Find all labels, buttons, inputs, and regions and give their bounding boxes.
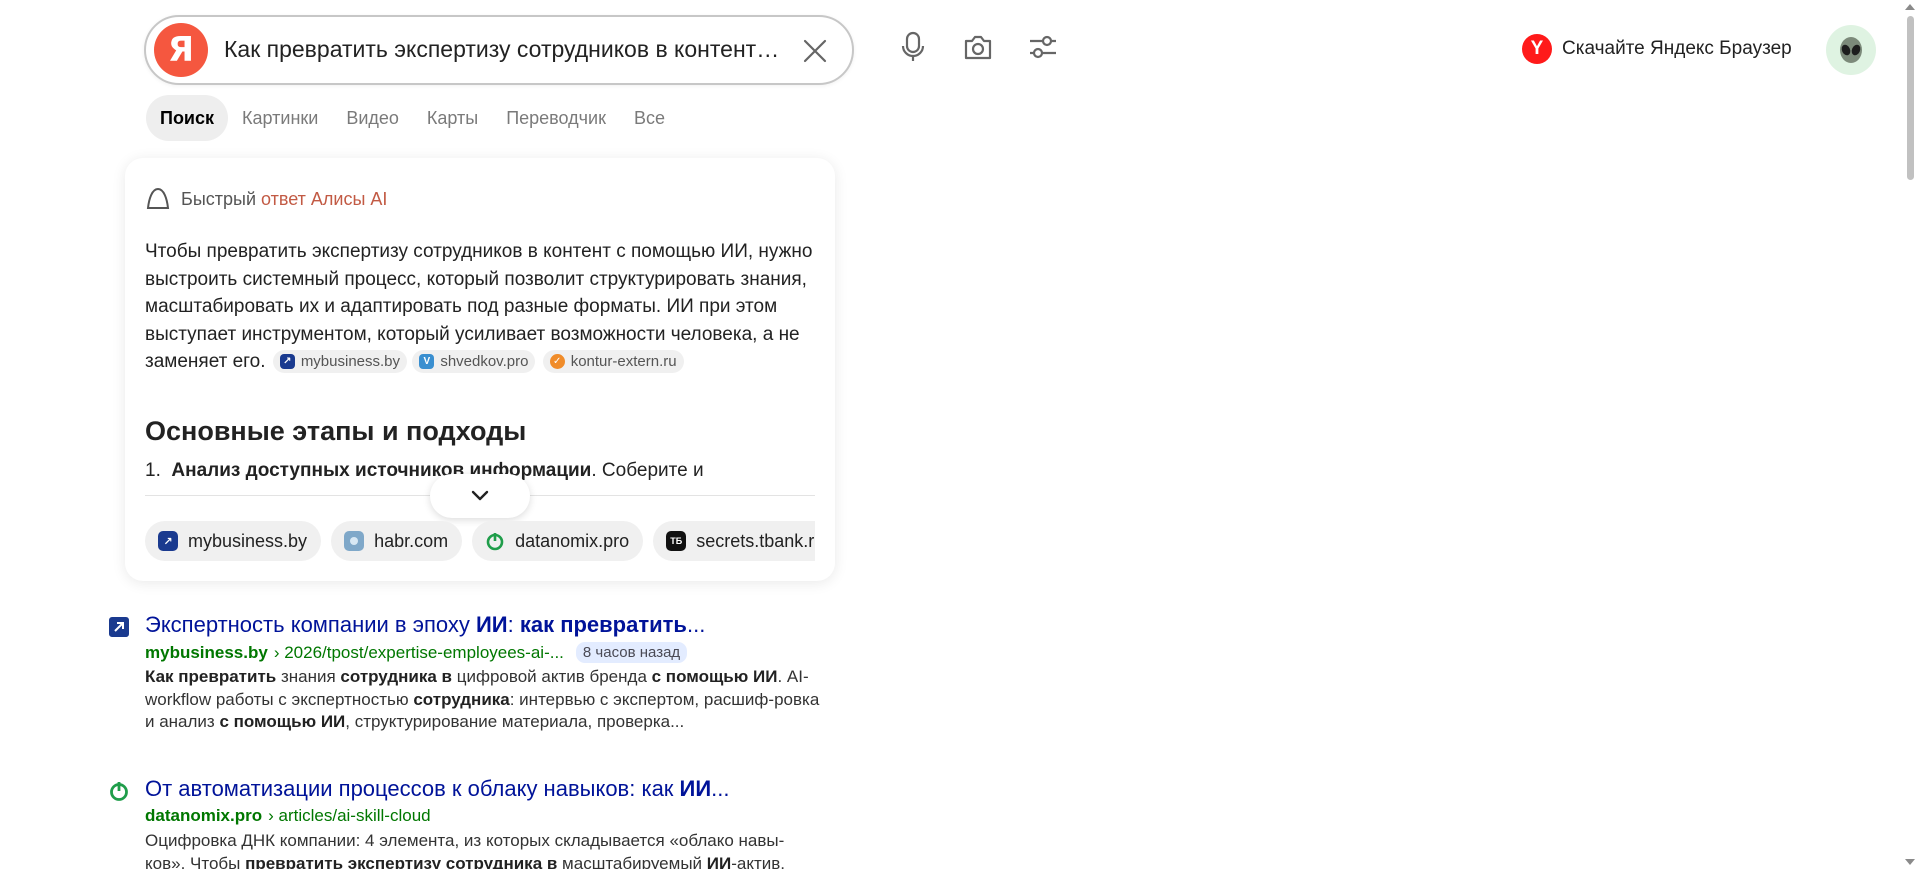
download-browser-link[interactable]: Y Скачайте Яндекс Браузер xyxy=(1522,32,1792,66)
snippet-highlight: Как превратить xyxy=(145,667,277,686)
source-pill-label: mybusiness.by xyxy=(188,530,308,551)
inline-source-chip[interactable]: V shvedkov.pro xyxy=(412,350,536,374)
snippet-text: цифровой актив бренда xyxy=(452,667,652,686)
title-text: : xyxy=(507,612,520,637)
alice-answer-card: Быстрый ответ Алисы AI Чтобы превратить … xyxy=(125,158,835,581)
title-bold: ИИ xyxy=(679,776,712,801)
snippet-highlight: превратить экспертизу сотрудника в xyxy=(245,853,558,869)
inline-source-label: kontur-extern.ru xyxy=(570,353,677,371)
tab-images[interactable]: Картинки xyxy=(228,95,332,141)
tbank-favicon-icon: ТБ xyxy=(666,531,687,551)
alice-header-accent: ответ Алисы AI xyxy=(261,188,388,209)
alice-section-heading: Основные этапы и подходы xyxy=(145,416,527,446)
snippet-highlight: сотрудника xyxy=(413,689,510,709)
inline-source-chip[interactable]: ✓ kontur-extern.ru xyxy=(542,350,684,374)
mybusiness-favicon-icon xyxy=(108,616,130,638)
datanomix-favicon-icon xyxy=(108,780,130,802)
scroll-up-arrow-icon[interactable] xyxy=(1905,4,1915,10)
title-bold: ИИ xyxy=(475,612,508,637)
title-text: От автоматизации процессов к облаку навы… xyxy=(145,776,680,801)
result-title-link[interactable]: От автоматизации процессов к облаку навы… xyxy=(145,776,735,802)
title-bold: как превратить xyxy=(519,612,687,637)
habr-favicon-icon xyxy=(344,531,365,551)
search-box[interactable]: Я Как превратить экспертизу сотрудников … xyxy=(144,15,854,85)
search-result: От автоматизации процессов к облаку навы… xyxy=(108,776,828,869)
result-snippet: Оцифровка ДНК компании: 4 элемента, из к… xyxy=(145,830,821,869)
clear-search-button[interactable] xyxy=(801,37,829,65)
source-pill-datanomix[interactable]: datanomix.pro xyxy=(472,521,644,561)
snippet-text: масштабируемый xyxy=(557,853,707,869)
snippet-highlight: с помощью ИИ xyxy=(651,667,778,686)
title-text: Экспертность компании в эпоху xyxy=(145,612,476,637)
avatar[interactable] xyxy=(1826,25,1876,75)
source-pill-mybusiness[interactable]: ↗ mybusiness.by xyxy=(145,521,322,561)
step-number: 1. xyxy=(145,460,161,481)
alice-header: Быстрый ответ Алисы AI xyxy=(145,186,387,212)
source-pill-label: habr.com xyxy=(374,530,449,551)
download-browser-label: Скачайте Яндекс Браузер xyxy=(1562,38,1792,59)
alice-icon xyxy=(146,187,170,209)
title-text: ... xyxy=(686,612,706,637)
mybusiness-favicon-icon: ↗ xyxy=(158,531,178,551)
microphone-icon xyxy=(901,31,925,61)
inline-source-label: shvedkov.pro xyxy=(440,353,529,371)
alice-sources-row: ↗ mybusiness.by habr.com datanomix.pro Т… xyxy=(145,521,815,561)
tab-all[interactable]: Все xyxy=(620,95,679,141)
alien-avatar-icon xyxy=(1840,37,1862,63)
yandex-browser-logo-icon: Y xyxy=(1522,34,1552,64)
search-settings-button[interactable] xyxy=(1026,30,1060,64)
tab-search[interactable]: Поиск xyxy=(146,95,229,141)
result-path-link[interactable]: › 2026/tpost/expertise-employees-ai-... xyxy=(274,643,564,663)
result-url: mybusiness.by › 2026/tpost/expertise-emp… xyxy=(145,642,688,663)
scroll-down-arrow-icon[interactable] xyxy=(1905,859,1915,865)
search-input[interactable]: Как превратить экспертизу сотрудников в … xyxy=(224,36,784,66)
alice-header-prefix: Быстрый xyxy=(181,188,256,209)
result-host-link[interactable]: mybusiness.by xyxy=(145,643,268,663)
header: Я Как превратить экспертизу сотрудников … xyxy=(0,0,1900,100)
result-host-link[interactable]: datanomix.pro xyxy=(145,806,262,826)
snippet-text: -актив, xyxy=(731,853,785,869)
image-search-button[interactable] xyxy=(961,30,995,64)
step-title: Анализ доступных источников информации xyxy=(171,460,592,481)
source-pill-label: datanomix.pro xyxy=(515,530,630,551)
snippet-text: , структурирование материала, проверка..… xyxy=(345,712,685,731)
source-pill-habr[interactable]: habr.com xyxy=(331,521,463,561)
tab-video[interactable]: Видео xyxy=(332,95,413,141)
page-scrollbar[interactable] xyxy=(1900,0,1920,869)
datanomix-favicon-icon xyxy=(485,531,505,551)
inline-source-label: mybusiness.by xyxy=(300,353,401,371)
step-text: . Соберите и xyxy=(591,460,704,481)
search-result: Экспертность компании в эпоху ИИ: как пр… xyxy=(108,612,828,732)
kontur-favicon-icon: ✓ xyxy=(549,354,565,370)
tab-translator[interactable]: Переводчик xyxy=(492,95,620,141)
close-icon xyxy=(803,39,827,63)
camera-icon xyxy=(964,35,992,60)
chevron-down-icon xyxy=(471,490,489,501)
tab-maps[interactable]: Карты xyxy=(413,95,492,141)
inline-source-chip[interactable]: ↗ mybusiness.by xyxy=(272,350,408,374)
snippet-highlight: с помощью ИИ xyxy=(219,712,346,731)
search-tabs: Поиск Картинки Видео Карты Переводчик Вс… xyxy=(146,95,679,141)
source-pill-label: secrets.tbank.ru xyxy=(696,530,815,551)
scrollbar-thumb[interactable] xyxy=(1907,16,1914,180)
snippet-highlight: сотрудника в xyxy=(340,667,452,686)
voice-search-button[interactable] xyxy=(896,30,930,64)
title-text: ... xyxy=(711,776,730,801)
expand-answer-button[interactable] xyxy=(430,474,530,518)
alice-answer-text: Чтобы превратить экспертизу сотрудников … xyxy=(145,238,815,376)
yandex-logo[interactable]: Я xyxy=(154,23,208,77)
shvedkov-favicon-icon: V xyxy=(419,354,435,370)
result-snippet: Как превратить знания сотрудника в цифро… xyxy=(145,666,821,734)
filters-icon xyxy=(1030,35,1056,59)
mybusiness-favicon-icon: ↗ xyxy=(279,354,295,370)
result-url: datanomix.pro › articles/ai-skill-cloud xyxy=(145,806,431,826)
result-path-link[interactable]: › articles/ai-skill-cloud xyxy=(268,806,430,826)
result-date-badge: 8 часов назад xyxy=(575,642,688,663)
snippet-highlight: ИИ xyxy=(706,853,732,869)
result-title-link[interactable]: Экспертность компании в эпоху ИИ: как пр… xyxy=(145,612,735,638)
snippet-text: знания xyxy=(276,667,341,686)
source-pill-tbank[interactable]: ТБ secrets.tbank.ru xyxy=(653,521,815,561)
